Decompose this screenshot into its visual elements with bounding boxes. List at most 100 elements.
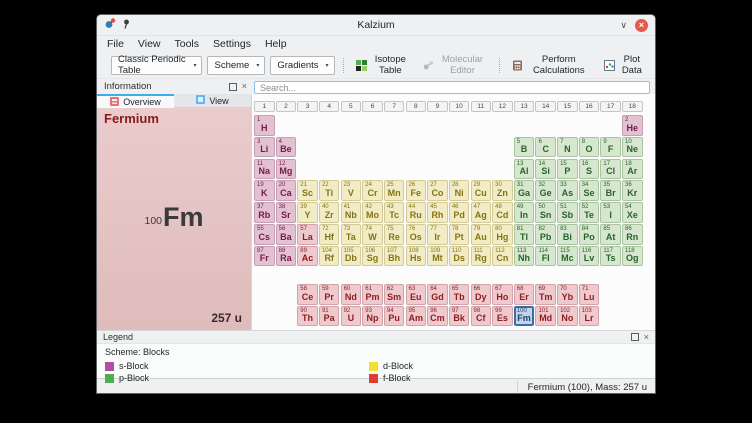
element-Er[interactable]: 68Er [514, 284, 535, 305]
element-Rg[interactable]: 111Rg [471, 246, 492, 267]
search-input[interactable] [254, 81, 650, 94]
element-Ca[interactable]: 20Ca [276, 180, 297, 201]
element-Pu[interactable]: 94Pu [384, 306, 405, 327]
element-Si[interactable]: 14Si [535, 159, 556, 180]
group-header-11[interactable]: 11 [471, 101, 492, 112]
element-Na[interactable]: 11Na [254, 159, 275, 180]
element-Tm[interactable]: 69Tm [535, 284, 556, 305]
element-Np[interactable]: 93Np [362, 306, 383, 327]
group-header-6[interactable]: 6 [362, 101, 383, 112]
element-Gd[interactable]: 64Gd [427, 284, 448, 305]
group-header-4[interactable]: 4 [319, 101, 340, 112]
element-Sr[interactable]: 38Sr [276, 202, 297, 223]
group-header-3[interactable]: 3 [297, 101, 318, 112]
element-Hs[interactable]: 108Hs [406, 246, 427, 267]
element-W[interactable]: 74W [362, 224, 383, 245]
element-Nh[interactable]: 113Nh [514, 246, 535, 267]
element-Ba[interactable]: 56Ba [276, 224, 297, 245]
element-Eu[interactable]: 63Eu [406, 284, 427, 305]
group-header-10[interactable]: 10 [449, 101, 470, 112]
element-Co[interactable]: 27Co [427, 180, 448, 201]
element-Kr[interactable]: 36Kr [622, 180, 643, 201]
group-header-12[interactable]: 12 [492, 101, 513, 112]
element-Cu[interactable]: 29Cu [471, 180, 492, 201]
element-Mg[interactable]: 12Mg [276, 159, 297, 180]
element-Ir[interactable]: 77Ir [427, 224, 448, 245]
element-Re[interactable]: 75Re [384, 224, 405, 245]
element-Be[interactable]: 4Be [276, 137, 297, 158]
element-Lv[interactable]: 116Lv [579, 246, 600, 267]
element-Nd[interactable]: 60Nd [341, 284, 362, 305]
element-Br[interactable]: 35Br [600, 180, 621, 201]
element-As[interactable]: 33As [557, 180, 578, 201]
element-Mo[interactable]: 42Mo [362, 202, 383, 223]
element-Og[interactable]: 118Og [622, 246, 643, 267]
group-header-17[interactable]: 17 [600, 101, 621, 112]
element-O[interactable]: 8O [579, 137, 600, 158]
element-Ga[interactable]: 31Ga [514, 180, 535, 201]
group-header-18[interactable]: 18 [622, 101, 643, 112]
element-Se[interactable]: 34Se [579, 180, 600, 201]
element-Tb[interactable]: 65Tb [449, 284, 470, 305]
element-Ar[interactable]: 18Ar [622, 159, 643, 180]
element-Rh[interactable]: 45Rh [427, 202, 448, 223]
element-Zr[interactable]: 40Zr [319, 202, 340, 223]
element-Cl[interactable]: 17Cl [600, 159, 621, 180]
close-dock-icon[interactable]: × [242, 82, 247, 91]
close-legend-icon[interactable]: × [644, 333, 649, 342]
element-Rn[interactable]: 86Rn [622, 224, 643, 245]
tab-overview[interactable]: Overview [97, 94, 174, 108]
element-Dy[interactable]: 66Dy [471, 284, 492, 305]
element-Po[interactable]: 84Po [579, 224, 600, 245]
element-Db[interactable]: 105Db [341, 246, 362, 267]
element-P[interactable]: 15P [557, 159, 578, 180]
element-Bh[interactable]: 107Bh [384, 246, 405, 267]
element-Ds[interactable]: 110Ds [449, 246, 470, 267]
element-Rf[interactable]: 104Rf [319, 246, 340, 267]
menu-help[interactable]: Help [258, 36, 294, 52]
shade-chevron-icon[interactable]: ∨ [620, 20, 627, 30]
element-Ho[interactable]: 67Ho [492, 284, 513, 305]
element-Ru[interactable]: 44Ru [406, 202, 427, 223]
element-Mc[interactable]: 115Mc [557, 246, 578, 267]
menu-settings[interactable]: Settings [206, 36, 258, 52]
element-U[interactable]: 92U [341, 306, 362, 327]
plot-data-button[interactable]: Plot Data [600, 55, 649, 75]
element-Fr[interactable]: 87Fr [254, 246, 275, 267]
element-F[interactable]: 9F [600, 137, 621, 158]
element-Li[interactable]: 3Li [254, 137, 275, 158]
element-K[interactable]: 19K [254, 180, 275, 201]
element-Ge[interactable]: 32Ge [535, 180, 556, 201]
element-Fm[interactable]: 100Fm [514, 306, 535, 327]
group-header-2[interactable]: 2 [276, 101, 297, 112]
element-Pb[interactable]: 82Pb [535, 224, 556, 245]
element-Am[interactable]: 95Am [406, 306, 427, 327]
element-Cd[interactable]: 48Cd [492, 202, 513, 223]
element-Tl[interactable]: 81Tl [514, 224, 535, 245]
element-Pr[interactable]: 59Pr [319, 284, 340, 305]
element-Ce[interactable]: 58Ce [297, 284, 318, 305]
element-Tc[interactable]: 43Tc [384, 202, 405, 223]
element-Ts[interactable]: 117Ts [600, 246, 621, 267]
element-V[interactable]: 23V [341, 180, 362, 201]
perform-calculations-button[interactable]: Perform Calculations [508, 55, 595, 75]
element-No[interactable]: 102No [557, 306, 578, 327]
group-header-14[interactable]: 14 [535, 101, 556, 112]
menu-tools[interactable]: Tools [168, 36, 207, 52]
element-Sg[interactable]: 106Sg [362, 246, 383, 267]
float-legend-icon[interactable] [631, 333, 639, 341]
element-He[interactable]: 2He [622, 115, 643, 136]
element-Es[interactable]: 99Es [492, 306, 513, 327]
element-Pm[interactable]: 61Pm [362, 284, 383, 305]
element-Fl[interactable]: 114Fl [535, 246, 556, 267]
menu-view[interactable]: View [131, 36, 168, 52]
element-Cr[interactable]: 24Cr [362, 180, 383, 201]
element-Au[interactable]: 79Au [471, 224, 492, 245]
group-header-13[interactable]: 13 [514, 101, 535, 112]
group-header-5[interactable]: 5 [341, 101, 362, 112]
element-C[interactable]: 6C [535, 137, 556, 158]
tab-view[interactable]: View [174, 94, 251, 108]
element-Hg[interactable]: 80Hg [492, 224, 513, 245]
element-Th[interactable]: 90Th [297, 306, 318, 327]
element-Sn[interactable]: 50Sn [535, 202, 556, 223]
